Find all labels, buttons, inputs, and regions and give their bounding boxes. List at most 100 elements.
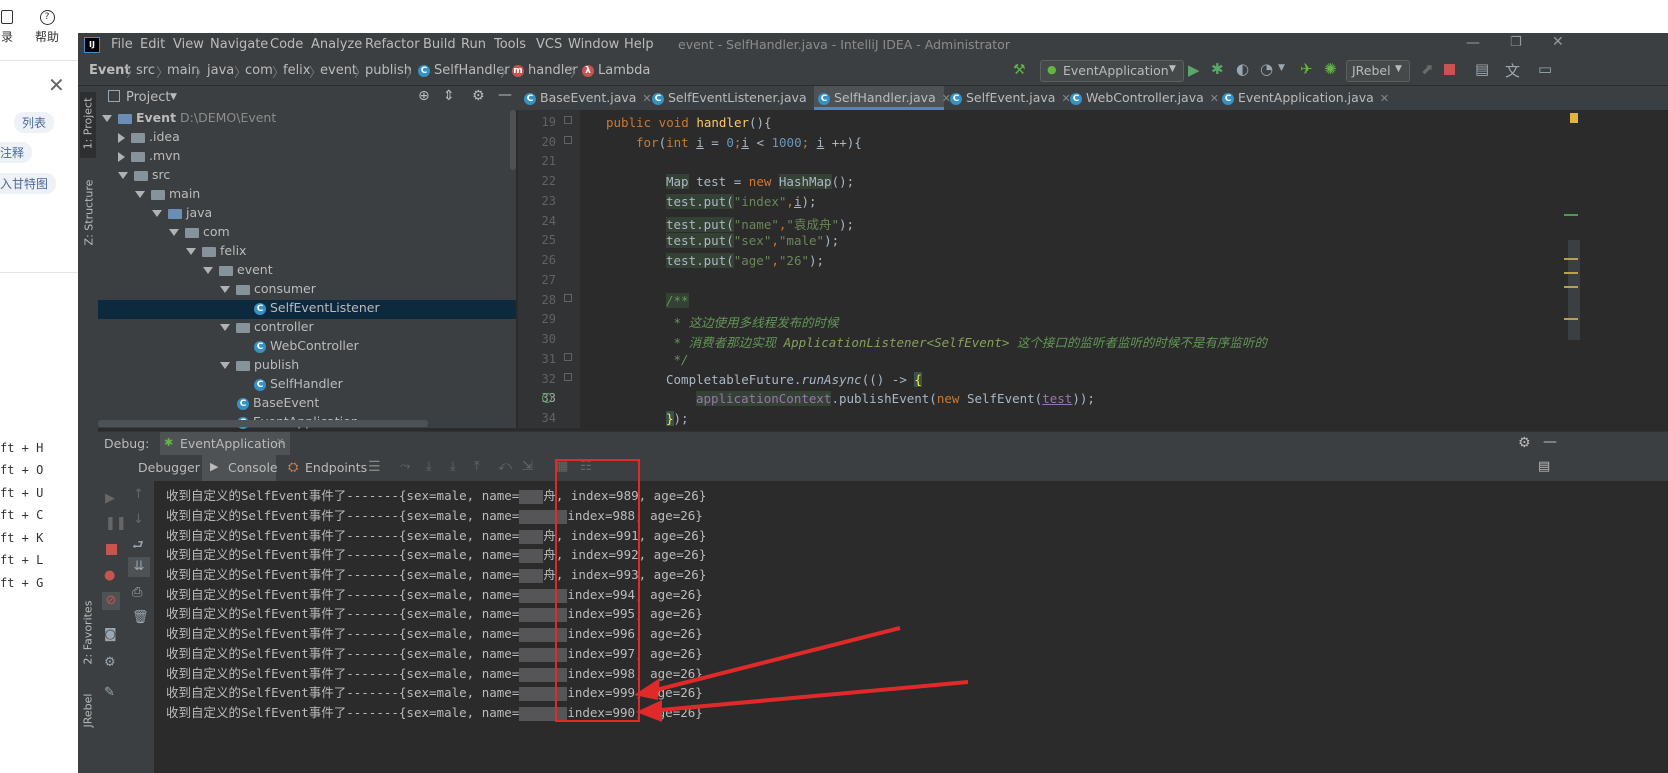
breadcrumb-lambda[interactable]: λ Lambda <box>582 63 650 78</box>
warning-indicator-icon[interactable] <box>1570 113 1578 123</box>
jrebel-run-icon[interactable]: ✈ <box>1300 60 1313 78</box>
breadcrumb-event[interactable]: Event <box>89 63 131 78</box>
menu-help[interactable]: Help <box>624 37 654 52</box>
translate-icon[interactable]: 文 <box>1505 60 1520 81</box>
jrebel-select[interactable]: JRebel ▼ <box>1346 60 1410 82</box>
hide-icon[interactable]: — <box>498 87 512 103</box>
gear-icon[interactable]: ⚙ <box>472 88 485 104</box>
tab-selfeventlistener[interactable]: CSelfEventListener.java✕ <box>652 86 822 110</box>
run-icon[interactable]: ▶ <box>1188 61 1200 79</box>
tree-item-idea[interactable]: .idea <box>118 129 180 148</box>
mute-breakpoints-icon[interactable]: ⊘ <box>102 592 120 610</box>
menu-run[interactable]: Run <box>461 37 486 52</box>
favorites-tool-label[interactable]: 2: Favorites <box>82 595 95 671</box>
menu-vcs[interactable]: VCS <box>536 37 562 52</box>
tree-item-baseevent[interactable]: C BaseEvent <box>237 395 319 414</box>
close-icon[interactable]: ✕ <box>1210 92 1219 105</box>
breadcrumb-event-pkg[interactable]: event <box>320 63 357 78</box>
view-breakpoints-icon[interactable]: ● <box>104 568 115 583</box>
fold-icon[interactable] <box>564 116 572 124</box>
close-icon[interactable]: ✕ <box>48 73 65 97</box>
tree-item-controller[interactable]: controller <box>220 319 314 338</box>
tree-horizontal-scrollbar[interactable] <box>98 420 428 427</box>
chip-gantt[interactable]: 入甘特图 <box>0 173 57 194</box>
project-panel-title[interactable]: Project <box>126 90 170 105</box>
stop-icon[interactable] <box>106 544 117 555</box>
tab-console[interactable]: ▶ Console <box>202 455 278 481</box>
tree-item-selfeventlistener[interactable]: C SelfEventListener <box>98 300 516 319</box>
tab-endpoints[interactable]: Endpoints <box>305 460 367 475</box>
project-structure-icon[interactable]: ▤ <box>1475 60 1489 78</box>
tree-item-java[interactable]: java <box>152 205 212 224</box>
pin-icon[interactable]: ✎ <box>104 685 115 700</box>
drop-frame-icon[interactable]: ⤺ <box>498 459 512 474</box>
gear-icon[interactable]: ⚙ <box>1518 435 1531 451</box>
fold-icon[interactable] <box>564 353 572 361</box>
breadcrumb-com[interactable]: com <box>245 63 273 78</box>
down-arrow-icon[interactable]: ↓ <box>133 512 144 527</box>
code-editor[interactable]: public void handler(){ for(int i = 0;i <… <box>580 110 1566 428</box>
attach-icon[interactable]: ⬈ <box>1421 60 1434 78</box>
show-execution-point-icon[interactable]: ⤳ <box>400 459 410 474</box>
soft-wrap-icon[interactable]: ⮐ <box>132 536 144 558</box>
project-tool-button[interactable]: 1: Project <box>80 92 96 158</box>
chevron-down-icon[interactable]: ▼ <box>1278 63 1285 73</box>
tab-selfevent[interactable]: C SelfEvent.java ✕ <box>950 86 1071 110</box>
fold-icon[interactable] <box>564 294 572 302</box>
tab-eventapplication[interactable]: C EventApplication.java ✕ <box>1222 86 1389 110</box>
tree-item-event[interactable]: Event D:\DEMO\Event <box>102 110 276 129</box>
close-icon[interactable]: ✕ <box>642 92 651 105</box>
menu-build[interactable]: Build <box>423 37 456 52</box>
tab-webcontroller[interactable]: C WebController.java ✕ <box>1070 86 1219 110</box>
breadcrumb-publish[interactable]: publish <box>365 63 412 78</box>
layout-icon[interactable]: ▤ <box>1538 459 1550 474</box>
tree-item-publish[interactable]: publish <box>220 357 299 376</box>
chip-comment[interactable]: 注释 <box>0 142 33 163</box>
menu-navigate[interactable]: Navigate <box>210 37 268 52</box>
minimize-icon[interactable]: — <box>1466 35 1480 51</box>
close-window-icon[interactable]: ✕ <box>1552 34 1564 50</box>
close-icon[interactable]: ✕ <box>276 437 284 448</box>
tree-item-consumer[interactable]: consumer <box>220 281 316 300</box>
gear-icon[interactable]: ⚙ <box>104 655 116 670</box>
menu-file[interactable]: File <box>111 37 133 52</box>
fold-icon[interactable] <box>564 136 572 144</box>
chevron-down-icon[interactable]: ▼ <box>170 92 177 102</box>
breadcrumb-selfhandler[interactable]: C SelfHandler <box>418 63 510 78</box>
menu-icon[interactable]: ☰ <box>368 459 381 475</box>
tree-item-event-pkg[interactable]: event <box>203 262 273 281</box>
tree-item-main[interactable]: main <box>135 186 200 205</box>
tab-debugger[interactable]: Debugger <box>138 460 200 475</box>
run-to-cursor-icon[interactable]: ⇲ <box>522 459 533 474</box>
locate-icon[interactable]: ⊕ <box>418 88 430 104</box>
gutter-run-marker-icon[interactable] <box>542 393 552 403</box>
coverage-icon[interactable]: ◐ <box>1236 60 1249 78</box>
jrebel-debug-icon[interactable]: ✺ <box>1324 60 1337 78</box>
build-hammer-icon[interactable]: ⚒ <box>1013 62 1026 78</box>
breadcrumb-java[interactable]: java <box>207 63 234 78</box>
tree-item-mvn[interactable]: .mvn <box>118 148 180 167</box>
up-arrow-icon[interactable]: ↑ <box>133 487 144 502</box>
menu-refactor[interactable]: Refactor <box>365 37 420 52</box>
menu-view[interactable]: View <box>173 37 204 52</box>
app-tool-help[interactable]: ? 帮助 <box>34 10 60 45</box>
breadcrumb-src[interactable]: src <box>136 63 155 78</box>
tree-item-src[interactable]: src <box>118 167 170 186</box>
tree-item-felix[interactable]: felix <box>186 243 246 262</box>
print-icon[interactable]: ⎙ <box>132 585 142 600</box>
menu-analyze[interactable]: Analyze <box>311 37 362 52</box>
menu-code[interactable]: Code <box>270 37 303 52</box>
collapse-all-icon[interactable]: ⇕ <box>443 88 455 104</box>
tree-item-com[interactable]: com <box>169 224 230 243</box>
menu-tools[interactable]: Tools <box>494 37 526 52</box>
trash-icon[interactable]: 🗑 <box>132 610 149 625</box>
run-config-select[interactable]: ● EventApplication ▼ <box>1040 60 1184 82</box>
fold-icon[interactable] <box>564 373 572 381</box>
structure-tool-label[interactable]: Z: Structure <box>83 180 96 246</box>
breadcrumb-felix[interactable]: felix <box>283 63 311 78</box>
scroll-thumb[interactable] <box>1568 240 1580 340</box>
debug-bug-icon[interactable]: ✱ <box>1211 60 1224 78</box>
terminal-icon[interactable]: ▭ <box>1538 60 1552 78</box>
profile-icon[interactable]: ◔ <box>1260 60 1273 78</box>
resume-icon[interactable]: ▶ <box>105 491 115 506</box>
